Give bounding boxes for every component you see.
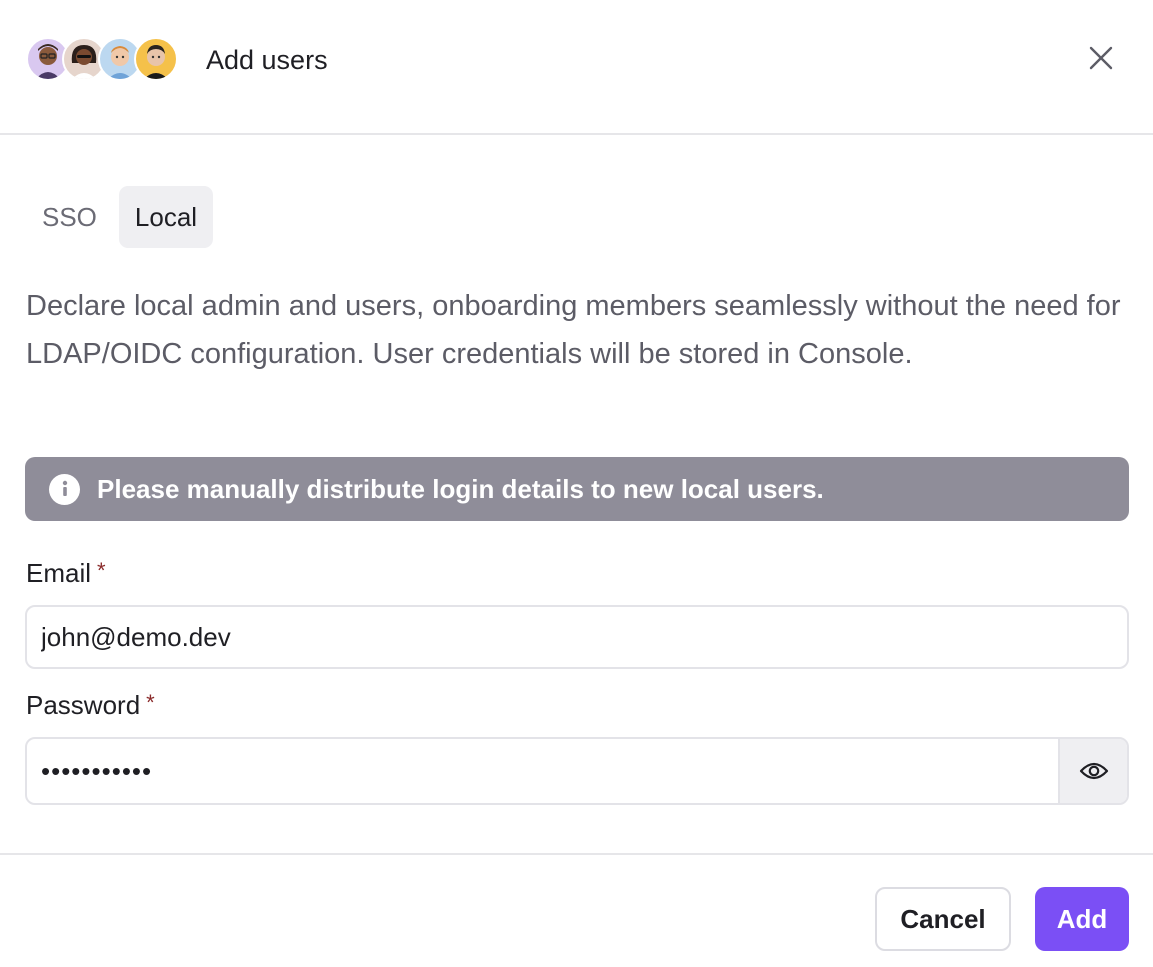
description-text: Declare local admin and users, onboardin… <box>26 290 1121 370</box>
banner-message: Please manually distribute login details… <box>97 473 824 504</box>
dialog-title: Add users <box>206 45 328 75</box>
password-field-container <box>25 737 1129 805</box>
required-marker: * <box>146 690 155 715</box>
eye-icon <box>1079 762 1108 780</box>
cancel-button[interactable]: Cancel <box>875 887 1011 951</box>
password-field[interactable] <box>27 739 1059 803</box>
required-marker: * <box>97 558 106 583</box>
dialog-header: Add users <box>0 0 1153 135</box>
avatar-group <box>26 37 186 81</box>
close-button[interactable] <box>1079 36 1123 80</box>
show-password-button[interactable] <box>1058 739 1127 803</box>
email-field-container <box>25 605 1129 669</box>
email-label-text: Email <box>26 558 92 588</box>
add-button[interactable]: Add <box>1035 887 1129 951</box>
info-banner: Please manually distribute login details… <box>25 457 1129 521</box>
password-label-text: Password <box>26 690 141 720</box>
close-icon <box>1089 46 1113 70</box>
avatar <box>134 37 178 81</box>
info-icon <box>49 473 80 505</box>
tab-local[interactable]: Local <box>118 186 214 248</box>
password-label: Password * <box>26 690 155 721</box>
auth-tabs: SSO Local <box>26 186 214 248</box>
email-field[interactable] <box>27 607 1127 667</box>
email-label: Email * <box>26 558 106 589</box>
avatar-face-icon <box>144 45 168 79</box>
tab-sso[interactable]: SSO <box>26 186 113 248</box>
